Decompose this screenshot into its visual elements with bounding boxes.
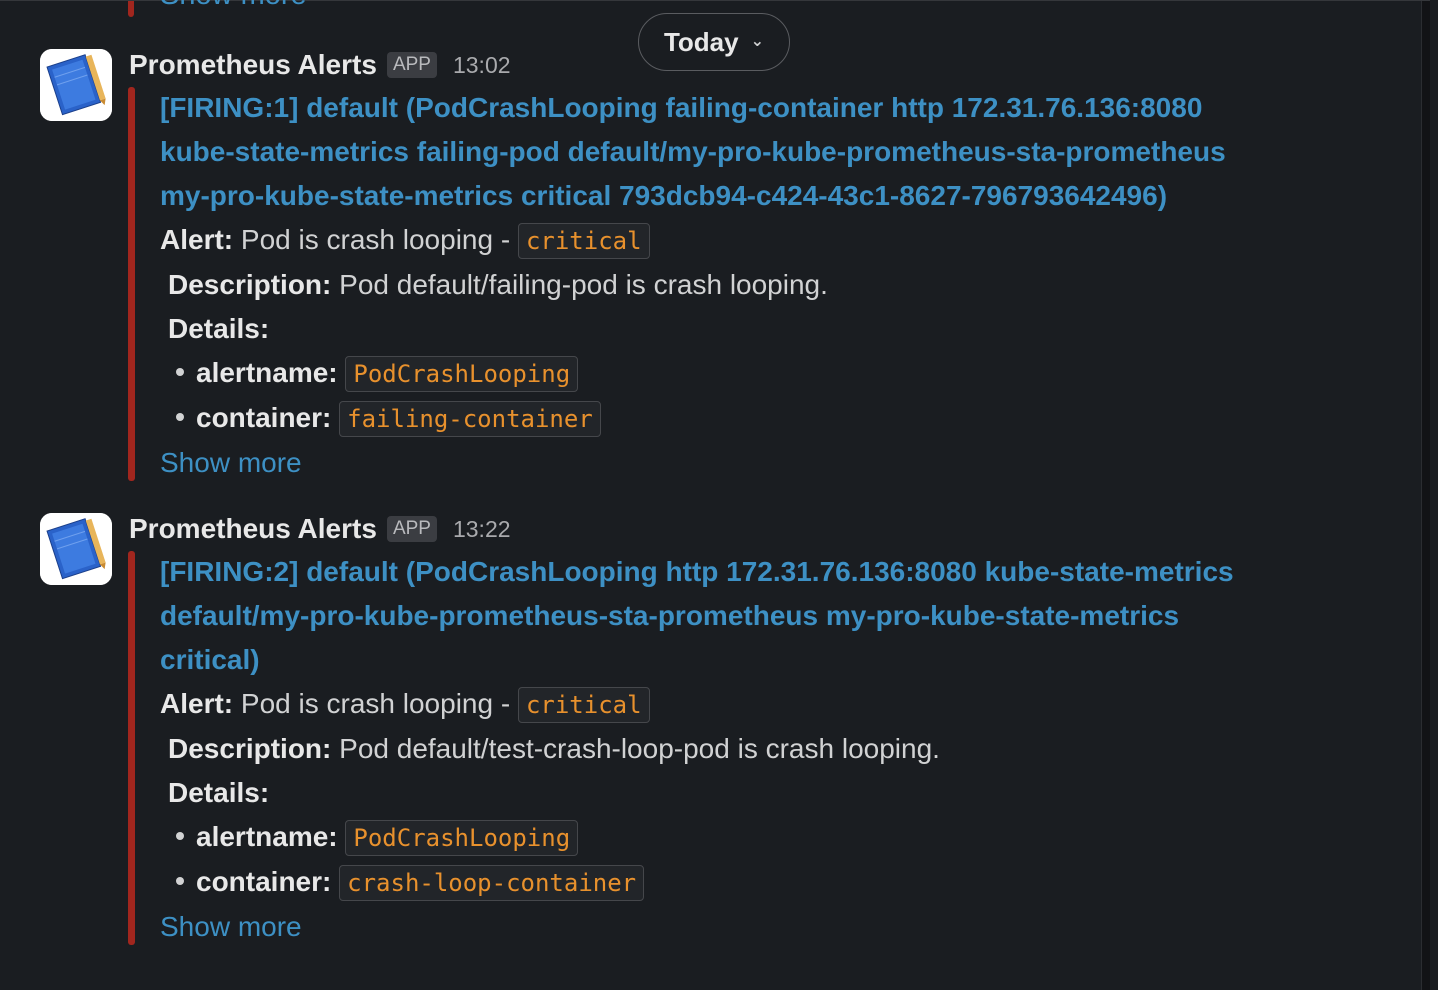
- description-label: Description:: [168, 269, 332, 300]
- description-line: Description: Pod default/failing-pod is …: [160, 263, 1320, 307]
- alert-title-line: critical): [160, 644, 260, 675]
- notebook-icon: [40, 49, 112, 121]
- sender-name[interactable]: Prometheus Alerts: [129, 49, 377, 81]
- description-line: Description: Pod default/test-crash-loop…: [160, 727, 1320, 771]
- alert-title-line: my-pro-kube-state-metrics critical 793dc…: [160, 180, 1168, 211]
- previous-attachment-bar: [128, 1, 134, 17]
- notebook-icon: [40, 513, 112, 585]
- timestamp[interactable]: 13:02: [453, 52, 511, 79]
- app-badge: APP: [386, 52, 437, 78]
- alert-line: Alert: Pod is crash looping - critical: [160, 682, 1320, 727]
- details-heading: Details:: [160, 307, 1320, 351]
- detail-item: alertname: PodCrashLooping: [160, 815, 1320, 860]
- previous-show-more-link[interactable]: Show more: [160, 0, 307, 12]
- bullet-icon: [176, 412, 184, 421]
- detail-value-code: crash-loop-container: [339, 865, 645, 901]
- message-pane: Show more Today ⌄ Prometheus Alerts APP: [0, 0, 1430, 990]
- message-header: Prometheus Alerts APP 13:02: [129, 45, 511, 85]
- detail-item: container: failing-container: [160, 396, 1320, 441]
- description-text: Pod default/test-crash-loop-pod is crash…: [339, 733, 940, 764]
- bullet-icon: [176, 876, 184, 885]
- detail-value-code: failing-container: [339, 401, 601, 437]
- alert-title-line: default/my-pro-kube-prometheus-sta-prome…: [160, 600, 1180, 631]
- alert-title-line: [FIRING:1] default (PodCrashLooping fail…: [160, 92, 1203, 123]
- timestamp[interactable]: 13:22: [453, 516, 511, 543]
- alert-title-line: [FIRING:2] default (PodCrashLooping http…: [160, 556, 1234, 587]
- severity-code: critical: [517, 223, 650, 259]
- alert-title-link[interactable]: [FIRING:2] default (PodCrashLooping http…: [160, 550, 1320, 682]
- attachment-body: [FIRING:2] default (PodCrashLooping http…: [160, 550, 1320, 949]
- severity-code: critical: [517, 687, 650, 723]
- alert-label: Alert:: [160, 224, 234, 255]
- window-edge: [1421, 1, 1430, 990]
- attachment-bar: [128, 551, 135, 945]
- attachment-bar: [128, 87, 135, 481]
- bullet-icon: [176, 367, 184, 376]
- sender-name[interactable]: Prometheus Alerts: [129, 513, 377, 545]
- alert-title-link[interactable]: [FIRING:1] default (PodCrashLooping fail…: [160, 86, 1320, 218]
- description-text: Pod default/failing-pod is crash looping…: [339, 269, 828, 300]
- detail-value-code: PodCrashLooping: [345, 820, 579, 856]
- detail-item: container: crash-loop-container: [160, 860, 1320, 905]
- details-label: Details:: [168, 777, 270, 808]
- date-divider-button[interactable]: Today ⌄: [638, 13, 790, 71]
- detail-key: alertname:: [196, 821, 338, 852]
- description-label: Description:: [168, 733, 332, 764]
- alert-text: Pod is crash looping -: [240, 224, 511, 255]
- alert-title-line: kube-state-metrics failing-pod default/m…: [160, 136, 1226, 167]
- chevron-down-icon: ⌄: [750, 33, 765, 50]
- message-header: Prometheus Alerts APP 13:22: [129, 509, 511, 549]
- detail-value-code: PodCrashLooping: [345, 356, 579, 392]
- date-divider-label: Today: [663, 26, 739, 57]
- app-avatar[interactable]: [40, 513, 112, 585]
- detail-item: alertname: PodCrashLooping: [160, 351, 1320, 396]
- alert-line: Alert: Pod is crash looping - critical: [160, 218, 1320, 263]
- detail-key: container:: [196, 866, 332, 897]
- app-badge: APP: [386, 516, 437, 542]
- attachment-body: [FIRING:1] default (PodCrashLooping fail…: [160, 86, 1320, 485]
- details-label: Details:: [168, 313, 270, 344]
- detail-key: container:: [196, 402, 332, 433]
- detail-key: alertname:: [196, 357, 338, 388]
- show-more-link[interactable]: Show more: [160, 441, 1320, 485]
- show-more-link[interactable]: Show more: [160, 905, 1320, 949]
- app-avatar[interactable]: [40, 49, 112, 121]
- alert-label: Alert:: [160, 688, 234, 719]
- bullet-icon: [176, 831, 184, 840]
- alert-text: Pod is crash looping -: [240, 688, 511, 719]
- details-heading: Details:: [160, 771, 1320, 815]
